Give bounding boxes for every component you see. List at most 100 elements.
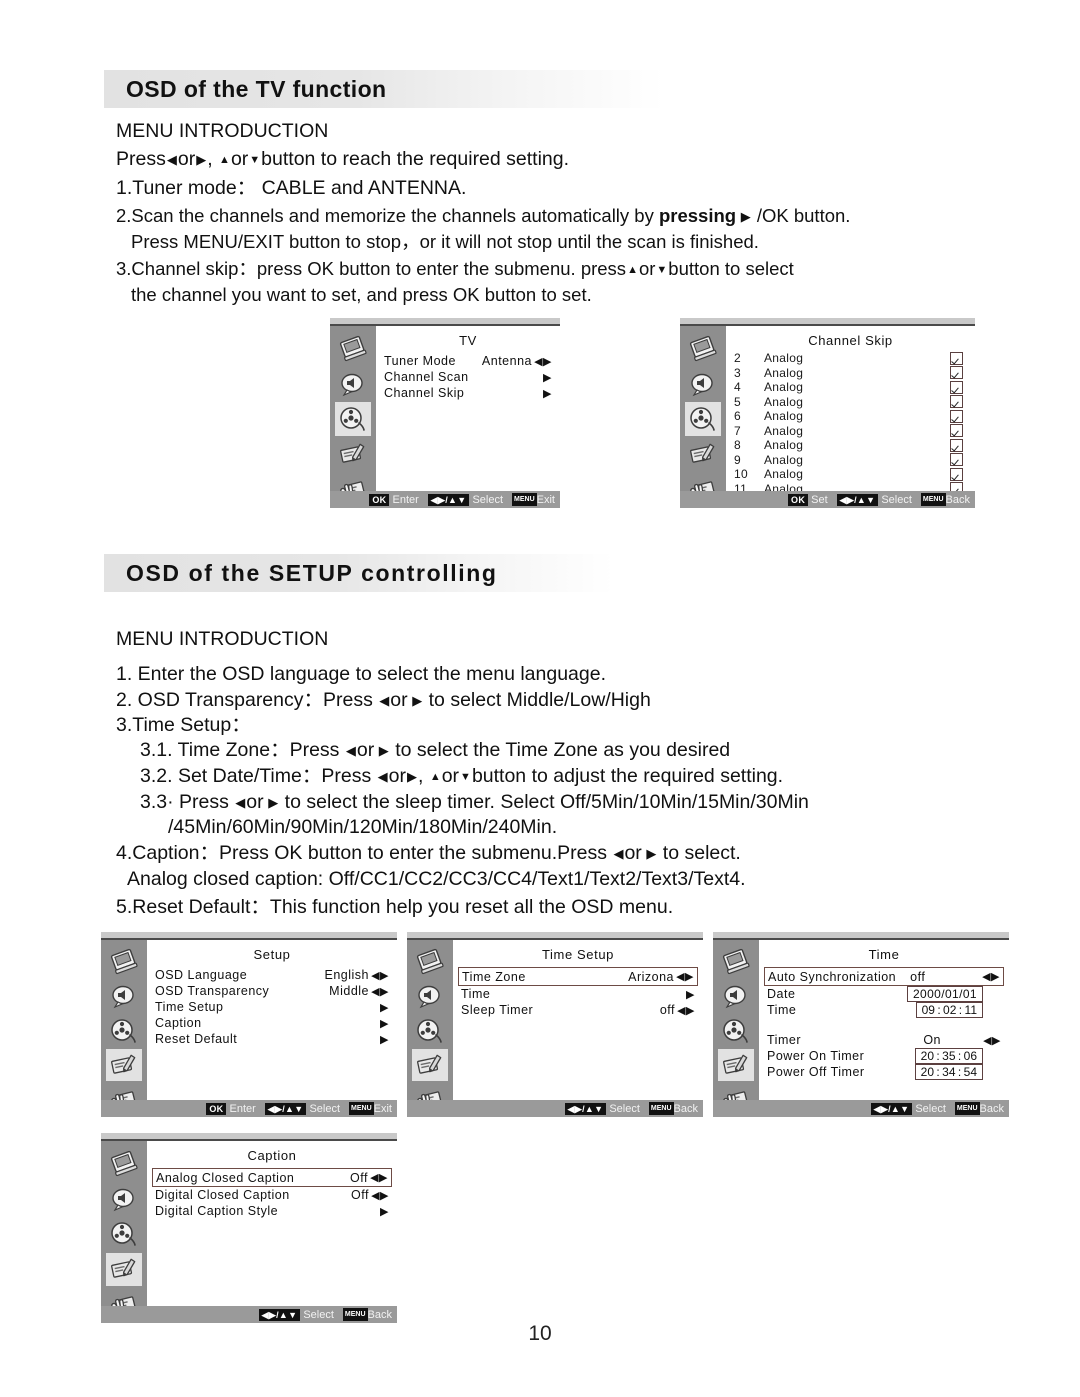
channel-skip-checkbox[interactable] xyxy=(950,351,963,365)
section-heading-setup-text: OSD of the SETUP controlling xyxy=(126,559,498,586)
power-on-timer-value-box[interactable]: 20 : 35 : 06 xyxy=(914,1048,983,1064)
osd-row-osd-language[interactable]: OSD Language English ◀▶ xyxy=(155,967,389,983)
row-time[interactable]: Time 09 : 02 : 11 xyxy=(767,1002,1001,1018)
row-label: Channel Scan xyxy=(384,370,469,384)
osd-row-osd-transparency[interactable]: OSD Transparency Middle ◀▶ xyxy=(155,983,389,999)
osd-footer: OK Set ◀▶/▲▼ Select MENU Back xyxy=(680,491,975,508)
channel-skip-row[interactable]: 5 Analog xyxy=(726,395,975,410)
channel-skip-checkbox[interactable] xyxy=(950,438,963,452)
channel-skip-row[interactable]: 10 Analog xyxy=(726,467,975,482)
sidebar-film-reel-icon[interactable] xyxy=(685,402,721,436)
left-arrow-icon: ◀ xyxy=(345,743,356,758)
osd-row-reset-default[interactable]: Reset Default ▶ xyxy=(155,1031,389,1047)
time-value-box[interactable]: 09 : 02 : 11 xyxy=(915,1002,983,1018)
osd-row-time-setup[interactable]: Time Setup ▶ xyxy=(155,999,389,1015)
sidebar-film-reel-icon[interactable] xyxy=(106,1217,142,1250)
tv-line-channel-set: the channel you want to set, and press O… xyxy=(131,284,592,305)
channel-skip-checkbox[interactable] xyxy=(950,409,963,423)
channel-skip-row[interactable]: 8 Analog xyxy=(726,438,975,453)
sidebar-speaker-icon[interactable] xyxy=(106,980,142,1012)
channel-skip-checkbox[interactable] xyxy=(950,424,963,438)
sidebar-monitor-icon[interactable] xyxy=(718,946,754,978)
footer-key-ok: OK xyxy=(369,493,390,506)
tv-menu-introduction-label: MENU INTRODUCTION xyxy=(116,120,329,142)
channel-type: Analog xyxy=(764,438,804,453)
osd-row-caption[interactable]: Caption ▶ xyxy=(155,1015,389,1031)
sidebar-pen-edit-icon[interactable] xyxy=(106,1252,142,1286)
setup-line-4-a: 4.Caption：Press OK button to enter the s… xyxy=(116,842,558,864)
left-right-arrow-icon: ◀▶ xyxy=(676,971,694,983)
sidebar-pen-edit-icon[interactable] xyxy=(685,438,721,471)
channel-skip-checkbox[interactable] xyxy=(950,467,963,481)
osd-row-analog-closed-caption[interactable]: Analog Closed Caption Off ◀▶ xyxy=(152,1168,392,1187)
channel-skip-row[interactable]: 7 Analog xyxy=(726,424,975,439)
row-timer[interactable]: Timer On ◀▶ xyxy=(767,1032,1001,1048)
channel-skip-checkbox[interactable] xyxy=(950,380,963,394)
sidebar-monitor-icon[interactable] xyxy=(106,1147,142,1180)
channel-skip-checkbox[interactable] xyxy=(950,395,963,409)
sidebar-monitor-icon[interactable] xyxy=(106,946,142,978)
osd-row-digital-caption-style[interactable]: Digital Caption Style ▶ xyxy=(155,1203,389,1219)
row-label: Caption xyxy=(155,1016,202,1030)
tv-line-press: Press◀or▶, ▲or▼button to reach the requi… xyxy=(116,146,569,175)
sidebar-film-reel-icon[interactable] xyxy=(335,402,371,436)
footer-label: Back xyxy=(367,1308,392,1321)
date-value-box[interactable]: 2000/01/01 xyxy=(906,986,983,1002)
sidebar-monitor-icon[interactable] xyxy=(412,946,448,978)
right-arrow-icon: ▶ xyxy=(543,387,552,400)
channel-skip-row[interactable]: 9 Analog xyxy=(726,453,975,468)
sidebar-pen-edit-icon[interactable] xyxy=(335,438,371,471)
tv-line-menuexit: Press MENU/EXIT button to stop，or it wil… xyxy=(131,231,759,252)
osd-row-digital-closed-caption[interactable]: Digital Closed Caption Off ◀▶ xyxy=(155,1187,389,1203)
sidebar-speaker-icon[interactable] xyxy=(685,367,721,400)
channel-skip-row[interactable]: 3 Analog xyxy=(726,366,975,381)
row-auto-synchronization[interactable]: Auto Synchronization off ◀▶ xyxy=(764,967,1004,986)
osd-row-time[interactable]: Time ▶ xyxy=(461,986,695,1002)
osd-row-tuner-mode[interactable]: Tuner Mode Antenna ◀▶ xyxy=(384,353,552,369)
setup-line-3-3-num: 3.3· xyxy=(140,791,174,813)
sidebar-speaker-icon[interactable] xyxy=(335,367,371,400)
tv-line-channel-skip-c: button to select xyxy=(668,258,794,279)
osd-row-sleep-timer[interactable]: Sleep Timer off ◀▶ xyxy=(461,1002,695,1018)
channel-skip-row[interactable]: 4 Analog xyxy=(726,380,975,395)
sidebar-monitor-icon[interactable] xyxy=(335,332,371,365)
sidebar-speaker-icon[interactable] xyxy=(412,980,448,1012)
osd-row-channel-scan[interactable]: Channel Scan ▶ xyxy=(384,369,552,385)
sidebar-pen-edit-icon[interactable] xyxy=(718,1048,754,1081)
manual-page: OSD of the TV function MENU INTRODUCTION… xyxy=(0,0,1080,1397)
osd-row-list: Time Zone Arizona ◀▶ Time ▶ Sleep Timer off ◀▶ xyxy=(453,962,703,1018)
setup-menu-introduction-label: MENU INTRODUCTION xyxy=(116,628,329,650)
power-off-timer-value-box[interactable]: 20 : 34 : 54 xyxy=(914,1064,983,1080)
row-power-off-timer[interactable]: Power Off Timer 20 : 34 : 54 xyxy=(767,1064,1001,1080)
row-power-on-timer[interactable]: Power On Timer 20 : 35 : 06 xyxy=(767,1048,1001,1064)
channel-skip-checkbox[interactable] xyxy=(950,366,963,380)
osd-row-time-zone[interactable]: Time Zone Arizona ◀▶ xyxy=(458,967,698,986)
up-arrow-icon: ▲ xyxy=(429,771,441,783)
osd-row-list: Tuner Mode Antenna ◀▶ Channel Scan ▶ Channel … xyxy=(376,348,560,401)
sidebar-monitor-icon[interactable] xyxy=(685,332,721,365)
channel-number: 6 xyxy=(734,409,741,424)
up-arrow-icon: ▲ xyxy=(627,264,638,276)
sidebar-speaker-icon[interactable] xyxy=(718,980,754,1012)
row-label: Time Zone xyxy=(462,969,526,984)
sidebar-film-reel-icon[interactable] xyxy=(412,1014,448,1046)
channel-skip-row[interactable]: 6 Analog xyxy=(726,409,975,424)
channel-skip-row[interactable]: 2 Analog xyxy=(726,351,975,366)
footer-key-ok: OK xyxy=(788,493,809,506)
osd-top-bar xyxy=(101,932,397,940)
channel-number: 5 xyxy=(734,394,741,409)
setup-line-3-2: 3.2. Set Date/Time：Press ◀or▶, ▲or▼butto… xyxy=(140,763,783,792)
channel-number: 7 xyxy=(734,423,741,438)
sidebar-pen-edit-icon[interactable] xyxy=(412,1048,448,1081)
sidebar-pen-edit-icon[interactable] xyxy=(106,1048,142,1081)
osd-row-channel-skip[interactable]: Channel Skip ▶ xyxy=(384,385,552,401)
sidebar-film-reel-icon[interactable] xyxy=(718,1014,754,1046)
row-label: Time xyxy=(461,987,491,1001)
osd-sidebar xyxy=(330,326,376,508)
channel-skip-checkbox[interactable] xyxy=(950,453,963,467)
sidebar-speaker-icon[interactable] xyxy=(106,1182,142,1215)
tv-line-press-b: or xyxy=(177,148,196,170)
row-date[interactable]: Date 2000/01/01 xyxy=(767,986,1001,1002)
sidebar-film-reel-icon[interactable] xyxy=(106,1014,142,1046)
row-label: Timer xyxy=(767,1033,801,1047)
